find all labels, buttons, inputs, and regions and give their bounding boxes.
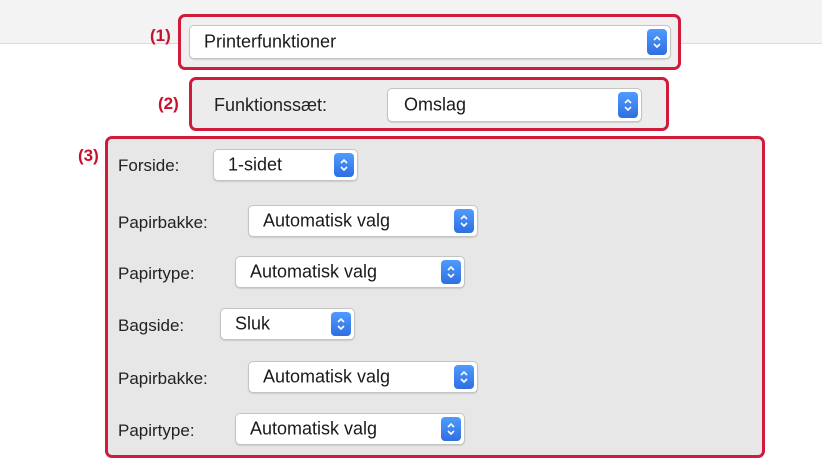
chevron-up-down-icon [441, 417, 461, 441]
paper-type-value: Automatisk valg [250, 261, 378, 282]
back-paper-tray-popup[interactable]: Automatisk valg [248, 361, 478, 393]
back-paper-tray-label: Papirbakke: [118, 369, 208, 388]
chevron-up-down-icon [618, 92, 638, 118]
paper-tray-label: Papirbakke: [118, 213, 208, 232]
printer-function-value: Printerfunktioner [204, 31, 337, 52]
callout-1: (1) [150, 26, 171, 45]
chevron-up-down-icon [331, 312, 351, 336]
front-page-label: Forside: [118, 156, 180, 175]
chevron-up-down-icon [441, 260, 461, 284]
feature-set-popup[interactable]: Omslag [387, 88, 642, 122]
chevron-up-down-icon [334, 153, 354, 177]
back-paper-tray-value: Automatisk valg [263, 366, 391, 387]
printer-function-popup[interactable]: Printerfunktioner [189, 25, 671, 59]
front-page-value: 1-sidet [228, 154, 283, 175]
paper-tray-value: Automatisk valg [263, 210, 391, 231]
paper-type-popup[interactable]: Automatisk valg [235, 256, 465, 288]
feature-set-label: Funktionssæt: [214, 95, 328, 115]
callout-2: (2) [158, 94, 179, 113]
back-paper-type-value: Automatisk valg [250, 418, 378, 439]
callout-3: (3) [78, 146, 99, 165]
chevron-up-down-icon [647, 29, 667, 55]
back-paper-type-label: Papirtype: [118, 421, 195, 440]
chevron-up-down-icon [454, 365, 474, 389]
back-page-value: Sluk [235, 313, 271, 334]
front-page-popup[interactable]: 1-sidet [213, 149, 358, 181]
chevron-up-down-icon [454, 209, 474, 233]
highlight-box-2: Funktionssæt: Omslag [189, 77, 669, 131]
paper-type-label: Papirtype: [118, 264, 195, 283]
highlight-box-1: Printerfunktioner [178, 14, 681, 70]
paper-tray-popup[interactable]: Automatisk valg [248, 205, 478, 237]
back-page-label: Bagside: [118, 316, 185, 335]
back-page-popup[interactable]: Sluk [220, 308, 355, 340]
highlight-box-3: Forside: 1-sidet Papirbakke: Automatisk … [105, 136, 765, 458]
back-paper-type-popup[interactable]: Automatisk valg [235, 413, 465, 445]
feature-set-value: Omslag [404, 94, 467, 115]
